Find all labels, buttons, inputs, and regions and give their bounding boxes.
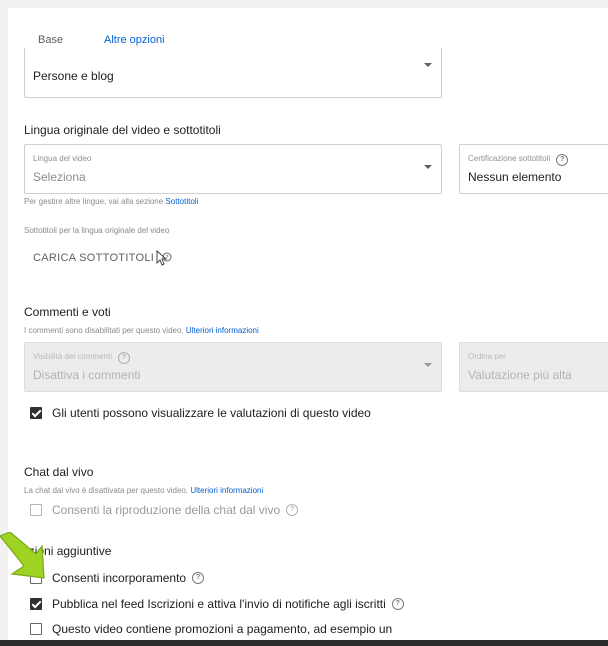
chat-info-link[interactable]: Ulteriori informazioni <box>190 486 263 495</box>
help-icon[interactable]: ? <box>556 154 569 166</box>
comment-sort-dropdown[interactable]: Ordina per Valutazione più alta <box>459 342 608 392</box>
chat-replay-checkbox[interactable] <box>30 504 42 516</box>
notify-checkbox[interactable] <box>30 598 42 610</box>
help-icon[interactable]: ? <box>192 572 205 584</box>
green-arrow-icon <box>0 532 45 579</box>
video-language-value: Seleziona <box>33 170 86 184</box>
embed-checkbox-label: Consenti incorporamento <box>52 571 187 585</box>
promo-checkbox-row[interactable]: Questo video contiene promozioni a pagam… <box>30 622 392 636</box>
subtitles-caption: Sottotitoli per la lingua originale del … <box>24 226 170 235</box>
comment-visibility-value: Disattiva i commenti <box>33 368 141 382</box>
comments-info-link[interactable]: Ulteriori informazioni <box>186 326 259 335</box>
chat-helper-text: La chat dal vivo è disattivata per quest… <box>24 486 264 495</box>
notify-checkbox-row[interactable]: Pubblica nel feed Iscrizioni e attiva l'… <box>30 597 404 611</box>
help-icon[interactable]: ? <box>118 352 130 364</box>
tab-altre-opzioni[interactable]: Altre opzioni <box>104 34 165 46</box>
subtitles-link[interactable]: Sottotitoli <box>165 197 198 206</box>
category-value: Persone e blog <box>33 69 114 83</box>
help-icon[interactable]: ? <box>286 504 299 516</box>
category-dropdown[interactable]: Persone e blog <box>24 48 442 98</box>
ratings-checkbox-label: Gli utenti possono visualizzare le valut… <box>52 406 371 420</box>
chat-replay-checkbox-row[interactable]: Consenti la riproduzione della chat dal … <box>30 503 299 517</box>
comments-helper-text: I commenti sono disabilitati per questo … <box>24 326 259 335</box>
comment-visibility-label: Visibilità dei commenti? <box>33 352 130 364</box>
comments-section-title: Commenti e voti <box>24 305 111 319</box>
notify-checkbox-label: Pubblica nel feed Iscrizioni e attiva l'… <box>52 597 386 611</box>
chevron-down-icon <box>424 63 432 67</box>
video-settings-panel: Base Altre opzioni Persone e blog Lingua… <box>8 8 608 642</box>
cursor-icon: ? <box>156 249 172 266</box>
comment-visibility-dropdown[interactable]: Visibilità dei commenti? Disattiva i com… <box>24 342 442 392</box>
bottom-bar <box>0 640 608 646</box>
ratings-checkbox[interactable] <box>30 407 42 419</box>
caption-cert-value: Nessun elemento <box>468 170 562 184</box>
chat-replay-label: Consenti la riproduzione della chat dal … <box>52 503 281 517</box>
chevron-down-icon <box>424 363 432 367</box>
caption-certification-dropdown[interactable]: Certificazione sottotitoli? Nessun eleme… <box>459 144 608 194</box>
comment-sort-label: Ordina per <box>468 352 506 361</box>
video-language-dropdown[interactable]: Lingua del video Seleziona <box>24 144 442 194</box>
ratings-checkbox-row[interactable]: Gli utenti possono visualizzare le valut… <box>30 406 371 420</box>
chevron-down-icon <box>424 165 432 169</box>
promo-checkbox-label: Questo video contiene promozioni a pagam… <box>52 622 393 636</box>
svg-text:?: ? <box>166 255 170 262</box>
promo-checkbox[interactable] <box>30 623 42 635</box>
chat-section-title: Chat dal vivo <box>24 465 94 479</box>
caption-cert-label: Certificazione sottotitoli? <box>468 154 569 166</box>
tab-base[interactable]: Base <box>38 34 63 46</box>
help-icon[interactable]: ? <box>391 598 404 610</box>
upload-subtitles-button[interactable]: CARICA SOTTOTITOLI ? <box>33 249 173 267</box>
video-language-label: Lingua del video <box>33 154 92 163</box>
language-section-title: Lingua originale del video e sottotitoli <box>24 123 221 137</box>
comment-sort-value: Valutazione più alta <box>468 368 572 382</box>
language-helper-text: Per gestire altre lingue, vai alla sezio… <box>24 197 199 206</box>
